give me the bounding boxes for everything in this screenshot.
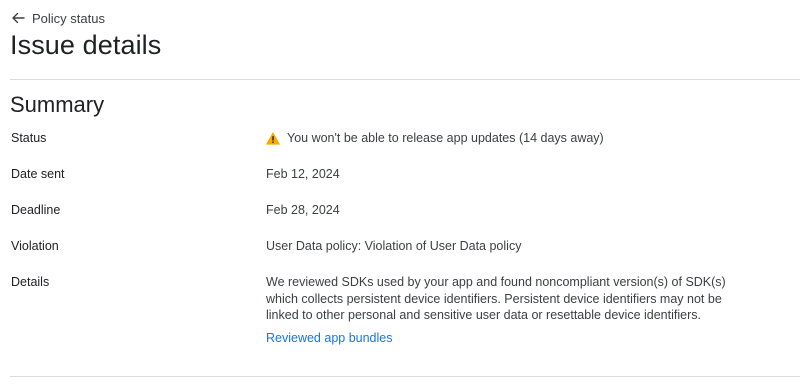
- back-link-label: Policy status: [32, 10, 105, 26]
- status-text: You won't be able to release app updates…: [287, 131, 604, 145]
- page-title: Issue details: [10, 30, 162, 60]
- details-label: Details: [11, 275, 50, 289]
- footer-divider: [10, 376, 800, 377]
- status-value: You won't be able to release app updates…: [266, 130, 604, 147]
- issue-details-page: Policy status Issue details Summary Stat…: [0, 0, 800, 389]
- violation-value: User Data policy: Violation of User Data…: [266, 239, 522, 253]
- back-to-policy-status-link[interactable]: Policy status: [11, 10, 105, 26]
- violation-label: Violation: [11, 239, 59, 253]
- reviewed-app-bundles-link[interactable]: Reviewed app bundles: [266, 331, 392, 345]
- details-value: We reviewed SDKs used by your app and fo…: [266, 275, 726, 323]
- status-label: Status: [11, 131, 47, 145]
- warning-icon: [266, 132, 280, 145]
- date-sent-label: Date sent: [11, 167, 65, 181]
- summary-heading: Summary: [10, 92, 105, 117]
- deadline-value: Feb 28, 2024: [266, 203, 340, 217]
- deadline-label: Deadline: [11, 203, 61, 217]
- arrow-left-icon: [12, 12, 25, 24]
- date-sent-value: Feb 12, 2024: [266, 167, 340, 181]
- header-divider: [10, 79, 800, 80]
